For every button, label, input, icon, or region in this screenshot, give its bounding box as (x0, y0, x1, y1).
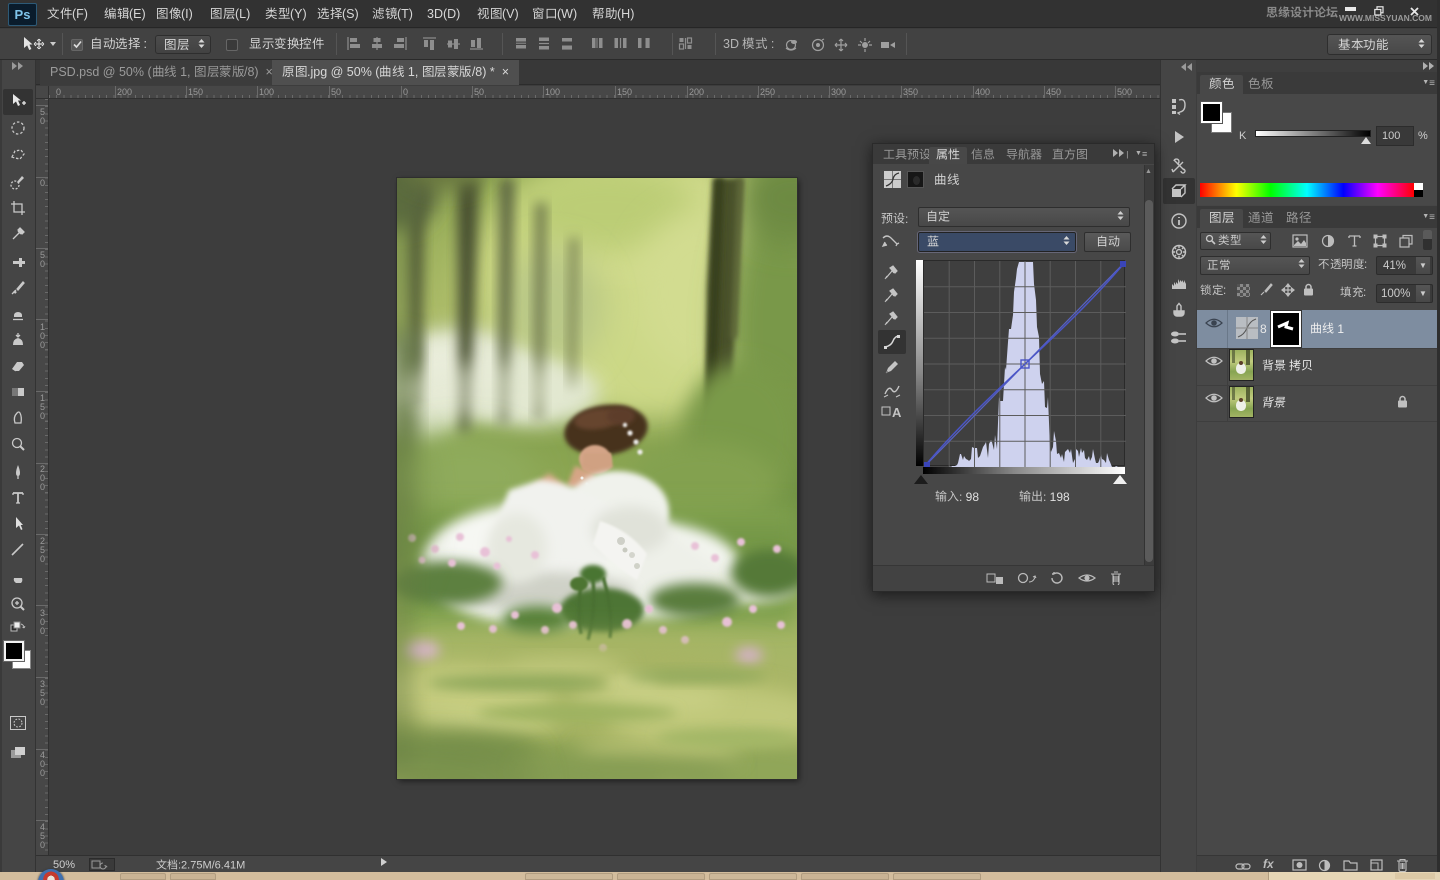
svg-text:A: A (892, 405, 902, 420)
